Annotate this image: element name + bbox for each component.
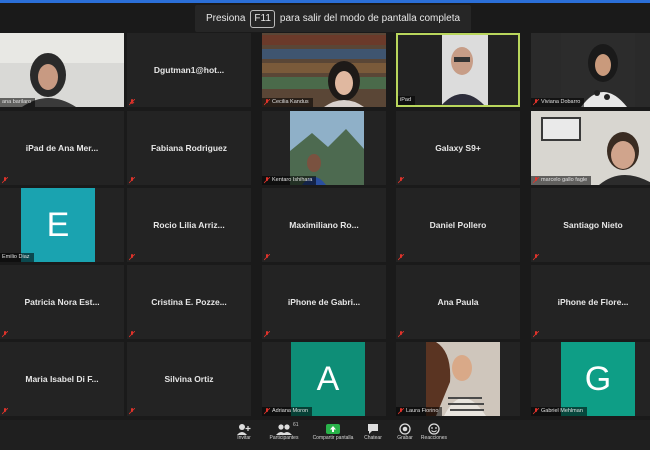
participant-name-label: Kentaro Ishihara (262, 176, 317, 185)
participant-tile[interactable]: Galaxy S9+ (396, 111, 520, 185)
window-top-accent (0, 0, 650, 3)
participant-name: Silvina Ortiz (164, 374, 214, 384)
mic-muted-icon (264, 408, 270, 415)
mic-muted-icon (129, 177, 135, 184)
mic-muted-icon (2, 331, 8, 338)
participant-name-label: marcelo gallo fagle (531, 176, 592, 185)
mic-muted-icon (533, 254, 539, 261)
participant-tile[interactable]: Viviana Dobarro (531, 33, 650, 107)
participants-button[interactable]: 61 Participantes (259, 422, 309, 448)
participant-name: Maximiliano Ro... (289, 220, 359, 230)
mic-muted-icon (2, 408, 8, 415)
participant-tile[interactable]: Ana Paula (396, 265, 520, 339)
participant-name-label: Adriana Moron (262, 407, 313, 416)
participant-tile[interactable]: iPad de Ana Mer... (0, 111, 124, 185)
participant-tile[interactable]: Maria Isabel Di F... (0, 342, 124, 416)
participant-name: iPad de Ana Mer... (25, 143, 99, 153)
mic-muted-icon (533, 99, 539, 106)
participant-tile[interactable]: Daniel Pollero (396, 188, 520, 262)
participant-name: Maria Isabel Di F... (25, 374, 99, 384)
participant-name: iPhone de Flore... (557, 297, 629, 307)
mic-muted-icon (129, 408, 135, 415)
participant-tile[interactable]: G Gabriel Mehlman (531, 342, 650, 416)
participant-tile[interactable]: Santiago Nieto (531, 188, 650, 262)
mic-muted-icon (398, 254, 404, 261)
participant-name-label: iPad (398, 96, 416, 105)
participant-name: Fabiana Rodriguez (150, 143, 228, 153)
participant-name-label: ana barilaro (0, 98, 36, 107)
participant-profile-photo (396, 342, 520, 416)
participant-name: Dgutman1@hot... (153, 65, 225, 75)
participant-name: Santiago Nieto (563, 220, 623, 230)
reactions-button[interactable]: Reacciones (409, 422, 459, 448)
participant-tile[interactable]: Laura Fiorino (396, 342, 520, 416)
mic-muted-icon (398, 408, 404, 415)
participant-avatar: E (21, 188, 95, 262)
participants-label: Participantes (269, 435, 299, 441)
mic-muted-icon (264, 254, 270, 261)
active-speaker-tile[interactable]: iPad (396, 33, 520, 107)
participant-name: Patricia Nora Est... (24, 297, 100, 307)
participant-tile[interactable]: Patricia Nora Est... (0, 265, 124, 339)
mic-muted-icon (533, 177, 539, 184)
mic-muted-icon (129, 331, 135, 338)
participant-avatar: A (291, 342, 365, 416)
participant-name: Rocio Lilia Arriz... (153, 220, 225, 230)
participant-name-label: Laura Fiorino (396, 407, 443, 416)
participant-name: Ana Paula (437, 297, 479, 307)
mic-muted-icon (264, 99, 270, 106)
participant-name: iPhone de Gabri... (287, 297, 361, 307)
participant-tile[interactable]: Cristina E. Pozze... (127, 265, 251, 339)
participant-tile[interactable]: Dgutman1@hot... (127, 33, 251, 107)
participant-tile[interactable]: Cecilia Kandus (262, 33, 386, 107)
participant-video (0, 33, 124, 107)
mic-muted-icon (533, 331, 539, 338)
participant-name: Galaxy S9+ (435, 143, 481, 153)
participants-icon (276, 424, 292, 435)
participant-tile[interactable]: Fabiana Rodriguez (127, 111, 251, 185)
participant-name: Cristina E. Pozze... (151, 297, 227, 307)
participant-name-label: Cecilia Kandus (262, 98, 313, 107)
participant-tile[interactable]: A Adriana Moron (262, 342, 386, 416)
mic-muted-icon (398, 331, 404, 338)
mic-muted-icon (264, 331, 270, 338)
mic-muted-icon (2, 177, 8, 184)
smiley-icon (428, 423, 440, 435)
mic-muted-icon (264, 177, 270, 184)
mic-muted-icon (533, 408, 539, 415)
mic-muted-icon (129, 99, 135, 106)
mic-muted-icon (398, 177, 404, 184)
f11-key-badge: F11 (250, 9, 275, 28)
participant-name-label: Viviana Dobarro (531, 98, 585, 107)
participant-tile[interactable]: Kentaro Ishihara (262, 111, 386, 185)
banner-suffix: para salir del modo de pantalla completa (279, 13, 461, 24)
participant-tile[interactable]: Maximiliano Ro... (262, 188, 386, 262)
participant-tile[interactable]: marcelo gallo fagle (531, 111, 650, 185)
participant-video (531, 33, 650, 107)
reactions-label: Reacciones (420, 435, 448, 441)
participant-video (531, 111, 650, 185)
participant-tile[interactable]: ana barilaro (0, 33, 124, 107)
participant-tile[interactable]: iPhone de Flore... (531, 265, 650, 339)
meeting-toolbar: Invitar 61 Participantes Compartir panta… (0, 420, 650, 450)
participant-video (262, 33, 386, 107)
participant-name-label: Gabriel Mehlman (531, 407, 587, 416)
add-user-icon (237, 424, 251, 435)
participant-name: Daniel Pollero (429, 220, 487, 230)
share-screen-icon (326, 424, 340, 434)
participant-name-label: Emilio Diaz (0, 253, 34, 262)
banner-prefix: Presiona (205, 13, 246, 24)
chat-icon (368, 424, 378, 434)
participants-count: 61 (293, 422, 299, 428)
participant-tile[interactable]: Silvina Ortiz (127, 342, 251, 416)
participant-tile[interactable]: E Emilio Diaz (0, 188, 124, 262)
mic-muted-icon (129, 254, 135, 261)
participant-profile-photo (262, 111, 386, 185)
participant-tile[interactable]: Rocio Lilia Arriz... (127, 188, 251, 262)
gallery-grid: ana barilaro Dgutman1@hot... Cecilia Kan… (0, 33, 650, 419)
participant-avatar: G (561, 342, 635, 416)
fullscreen-exit-banner: Presiona F11 para salir del modo de pant… (195, 5, 471, 32)
participant-tile[interactable]: iPhone de Gabri... (262, 265, 386, 339)
